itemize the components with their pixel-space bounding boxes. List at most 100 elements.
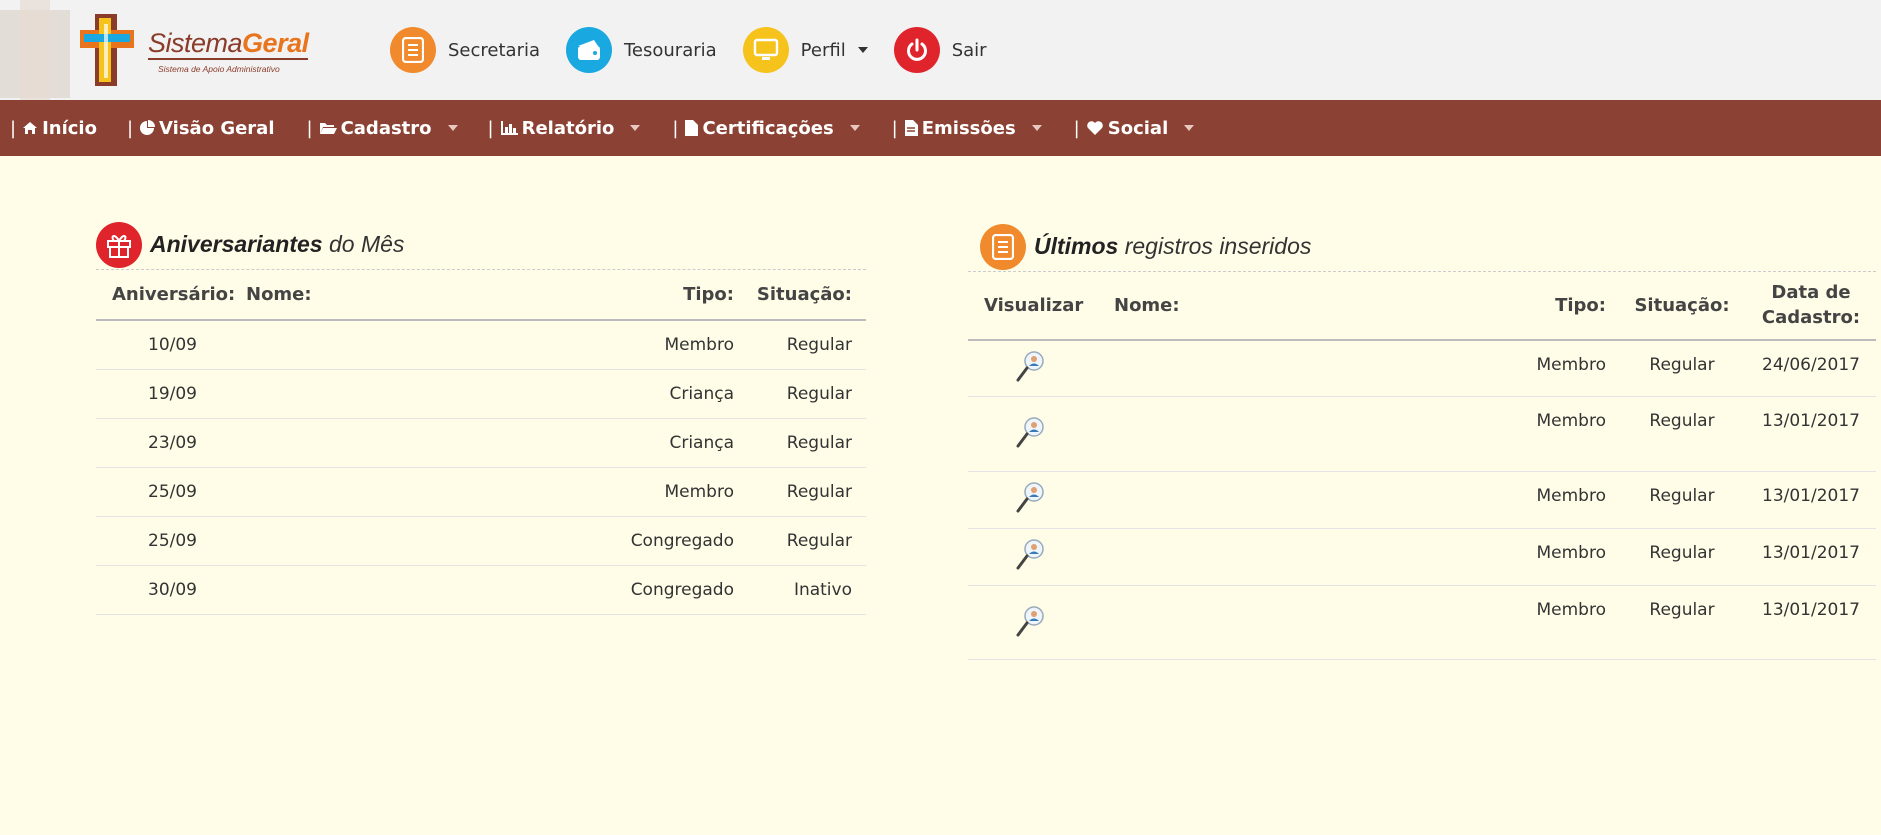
topnav-secretaria[interactable]: Secretaria (390, 27, 540, 73)
brand-subtitle: Sistema de Apoio Administrativo (158, 64, 280, 74)
record-status: Regular (1618, 340, 1746, 397)
chevron-down-icon (630, 125, 641, 131)
birthday-date: 30/09 (96, 565, 246, 615)
member-name (246, 369, 606, 419)
menu-emissoes[interactable]: | Emissões (882, 118, 1042, 139)
member-name (246, 516, 606, 566)
topnav-perfil[interactable]: Perfil (742, 27, 868, 73)
record-date: 13/01/2017 (1746, 396, 1876, 472)
record-name (1114, 585, 1498, 660)
table-row: 25/09 Congregado Regular (96, 516, 866, 566)
menu-certificacoes[interactable]: | Certificações (662, 118, 860, 139)
record-name (1114, 396, 1498, 472)
member-name (246, 320, 606, 370)
topnav-tesouraria[interactable]: Tesouraria (566, 27, 717, 73)
menu-visao-geral[interactable]: | Visão Geral (117, 118, 275, 139)
record-date: 13/01/2017 (1746, 585, 1876, 660)
record-name (1114, 340, 1498, 397)
view-record-icon[interactable] (1016, 480, 1046, 519)
menu-cadastro[interactable]: | Cadastro (297, 118, 458, 139)
topnav-sair[interactable]: Sair (893, 27, 987, 73)
table-row: Membro Regular 13/01/2017 (968, 528, 1876, 586)
member-type: Membro (606, 467, 756, 517)
record-name (1114, 471, 1498, 529)
table-row: 19/09 Criança Regular (96, 369, 866, 419)
col-birthday: Aniversário: (96, 270, 246, 321)
col-status: Situação: (756, 270, 866, 321)
member-status: Inativo (756, 565, 866, 615)
recent-records-table: Visualizar Nome: Tipo: Situação: Data de… (968, 272, 1876, 660)
brand-underline (148, 58, 308, 60)
col-status: Situação: (1618, 272, 1746, 341)
member-status: Regular (756, 516, 866, 566)
pie-chart-icon (139, 120, 156, 136)
table-row: Membro Regular 24/06/2017 (968, 340, 1876, 397)
col-name: Nome: (246, 270, 606, 321)
topnav-label: Perfil (800, 39, 846, 61)
member-type: Criança (606, 369, 756, 419)
chevron-down-icon (1031, 125, 1042, 131)
member-type: Congregado (606, 565, 756, 615)
record-status: Regular (1618, 585, 1746, 660)
top-nav: Secretaria Tesouraria Perfil Sair (390, 27, 1013, 73)
chevron-down-icon (857, 47, 868, 53)
menu-relatorio[interactable]: | Relatório (478, 118, 641, 139)
view-record-icon[interactable] (1016, 537, 1046, 576)
birthday-date: 19/09 (96, 369, 246, 419)
chevron-down-icon (447, 125, 458, 131)
record-status: Regular (1618, 471, 1746, 529)
member-type: Membro (606, 320, 756, 370)
table-row: 10/09 Membro Regular (96, 320, 866, 370)
birthdays-table: Aniversário: Nome: Tipo: Situação: 10/09… (96, 270, 866, 615)
table-header-row: Aniversário: Nome: Tipo: Situação: (96, 270, 866, 321)
topnav-label: Secretaria (448, 39, 540, 61)
member-status: Regular (756, 369, 866, 419)
record-date: 13/01/2017 (1746, 471, 1876, 529)
view-record-icon[interactable] (1016, 349, 1046, 388)
recent-records-panel: Últimos registros inseridos Visualizar N… (968, 222, 1876, 660)
record-date: 24/06/2017 (1746, 340, 1876, 397)
brand-title: SistemaGeral (148, 28, 309, 58)
member-name (246, 418, 606, 468)
menu-inicio[interactable]: | Início (0, 118, 97, 139)
heart-icon (1086, 120, 1104, 136)
topnav-label: Sair (951, 39, 987, 61)
member-type: Congregado (606, 516, 756, 566)
member-status: Regular (756, 467, 866, 517)
member-type: Criança (606, 418, 756, 468)
table-row: 25/09 Membro Regular (96, 467, 866, 517)
birthday-date: 10/09 (96, 320, 246, 370)
main-menu: | Início | Visão Geral | Cadastro | Rela… (0, 100, 1881, 156)
col-date: Data de Cadastro: (1746, 272, 1876, 341)
logo-cross-icon (0, 0, 134, 100)
panel-header: Aniversariantes do Mês (96, 220, 866, 270)
menu-social[interactable]: | Social (1064, 118, 1195, 139)
record-type: Membro (1498, 471, 1618, 529)
table-row: 30/09 Congregado Inativo (96, 565, 866, 615)
chevron-down-icon (849, 125, 860, 131)
member-name (246, 565, 606, 615)
wallet-icon (566, 27, 612, 73)
folder-icon (319, 121, 337, 135)
record-type: Membro (1498, 585, 1618, 660)
view-record-icon[interactable] (1016, 415, 1046, 454)
logo[interactable]: SistemaGeral Sistema de Apoio Administra… (0, 0, 320, 100)
birthday-date: 25/09 (96, 467, 246, 517)
document-icon (390, 27, 436, 73)
member-status: Regular (756, 320, 866, 370)
table-row: Membro Regular 13/01/2017 (968, 396, 1876, 472)
col-type: Tipo: (1498, 272, 1618, 341)
file-text-icon (904, 120, 918, 136)
record-status: Regular (1618, 396, 1746, 472)
table-row: Membro Regular 13/01/2017 (968, 585, 1876, 660)
table-row: 23/09 Criança Regular (96, 418, 866, 468)
chevron-down-icon (1184, 125, 1195, 131)
table-header-row: Visualizar Nome: Tipo: Situação: Data de… (968, 272, 1876, 341)
panel-title: Últimos registros inseridos (1034, 233, 1312, 259)
col-name: Nome: (1114, 272, 1498, 341)
col-view: Visualizar (968, 272, 1114, 341)
view-record-icon[interactable] (1016, 604, 1046, 643)
record-status: Regular (1618, 528, 1746, 586)
col-type: Tipo: (606, 270, 756, 321)
top-header: SistemaGeral Sistema de Apoio Administra… (0, 0, 1881, 100)
